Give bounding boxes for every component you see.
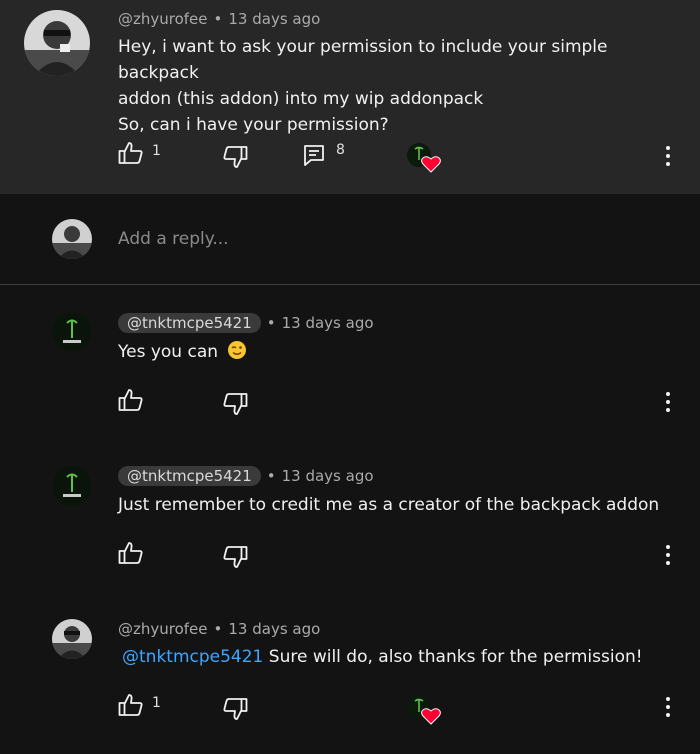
reply-text: Just remember to credit me as a creator … [118,495,660,515]
current-user-avatar [52,219,92,259]
creator-heart-badge [406,694,442,726]
avatar-zhyurofee[interactable] [24,10,90,76]
comment-meta: @zhyurofee • 13 days ago [118,10,321,28]
reply-time: 13 days ago [228,620,321,638]
reply-dislike-button[interactable] [222,392,248,416]
reply-input[interactable]: Add a reply... [118,229,229,249]
reply-time: 13 days ago [281,467,374,485]
avatar-zhyurofee[interactable] [52,619,92,659]
comment-text: Hey, i want to ask your permission to in… [118,37,608,135]
reply-more-button[interactable] [664,391,672,413]
reply-like-button[interactable] [118,541,144,565]
thumb-down-icon [223,698,248,720]
thumb-down-icon [223,146,248,168]
reply-meta: @tnktmcpe5421 • 13 days ago [118,466,374,486]
like-button[interactable] [118,141,144,165]
reply-like-count: 1 [152,695,161,711]
reply-like-button[interactable] [118,693,144,717]
reply-author-chip[interactable]: @tnktmcpe5421 [118,313,261,333]
reply-text: @tnktmcpe5421 Sure will do, also thanks … [122,647,643,667]
thumb-down-icon [223,546,248,568]
reply-more-button[interactable] [664,696,672,718]
reply-dislike-button[interactable] [222,545,248,569]
comment-more-button[interactable] [664,145,672,167]
divider [0,284,700,285]
creator-heart-badge [406,142,442,174]
reply-dislike-button[interactable] [222,697,248,721]
heart-icon [421,708,441,725]
reply-meta: @zhyurofee • 13 days ago [118,620,321,638]
comment-icon [304,145,324,166]
reply-more-button[interactable] [664,544,672,566]
reply-time: 13 days ago [281,314,374,332]
more-vertical-icon [666,146,670,166]
thumb-up-icon [118,142,143,164]
more-vertical-icon [666,697,670,717]
thumb-up-icon [118,542,143,564]
reply-like-button[interactable] [118,388,144,412]
reply-meta: @tnktmcpe5421 • 13 days ago [118,313,374,333]
reply-author[interactable]: @zhyurofee [118,620,208,638]
avatar-tnktmcpe5421[interactable] [52,312,92,352]
reply-text: Yes you can [118,339,247,365]
comment-time: 13 days ago [228,10,321,28]
like-count: 1 [152,143,161,159]
reply-author-chip[interactable]: @tnktmcpe5421 [118,466,261,486]
more-vertical-icon [666,545,670,565]
dislike-button[interactable] [222,145,248,169]
mention-link[interactable]: @tnktmcpe5421 [122,647,263,667]
thumb-down-icon [223,393,248,415]
heart-icon [421,156,441,173]
thumb-up-icon [118,389,143,411]
avatar-tnktmcpe5421[interactable] [52,466,92,506]
more-vertical-icon [666,392,670,412]
reply-count: 8 [336,142,345,158]
thumb-up-icon [118,694,143,716]
winking-face-icon [228,341,247,359]
comment-author[interactable]: @zhyurofee [118,10,208,28]
replies-button[interactable] [303,144,325,166]
